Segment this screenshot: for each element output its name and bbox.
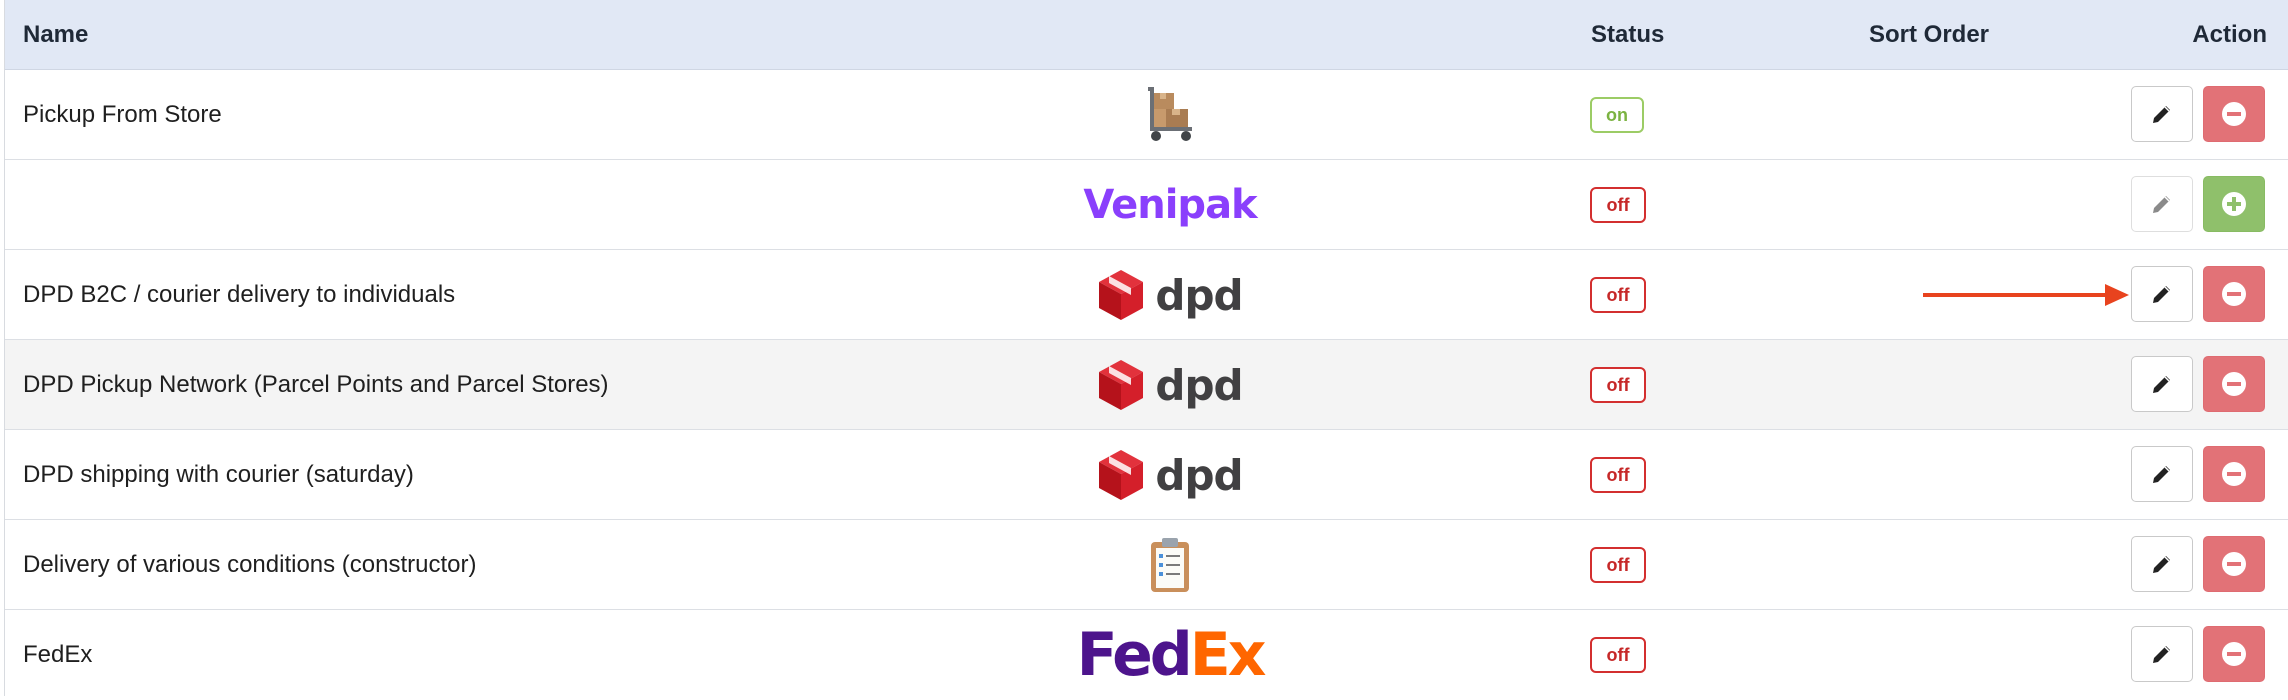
table-row: DPD shipping with courier (saturday) dpd… — [5, 430, 2288, 520]
edit-button[interactable] — [2131, 536, 2193, 592]
minus-circle-icon — [2222, 642, 2246, 666]
table-row: DPD Pickup Network (Parcel Points and Pa… — [5, 340, 2288, 430]
pencil-icon — [2153, 466, 2170, 483]
shipping-method-name: Delivery of various conditions (construc… — [23, 551, 477, 578]
shipping-method-name: DPD B2C / courier delivery to individual… — [23, 281, 456, 308]
status-badge[interactable]: off — [1590, 367, 1646, 403]
dpd-logo-text: dpd — [1155, 450, 1243, 500]
dpd-logo: dpd — [1085, 350, 1255, 420]
add-button[interactable] — [2203, 176, 2265, 232]
shipping-method-name: DPD Pickup Network (Parcel Points and Pa… — [23, 371, 609, 398]
dpd-logo-text: dpd — [1155, 360, 1243, 410]
status-badge[interactable]: on — [1590, 97, 1644, 133]
dpd-cube-icon — [1099, 360, 1144, 410]
shipping-methods-table: Name Status Sort Order Action Pickup Fro… — [4, 0, 2288, 700]
column-header-sort-order[interactable]: Sort Order — [1869, 0, 1989, 70]
pencil-icon — [2153, 286, 2170, 303]
fedex-logo: FedEx — [1077, 620, 1267, 690]
edit-button[interactable] — [2131, 356, 2193, 412]
cart-boxes-icon — [1085, 80, 1255, 150]
pencil-icon — [2153, 196, 2170, 213]
edit-button[interactable] — [2131, 626, 2193, 682]
pencil-icon — [2153, 376, 2170, 393]
venipak-logo: Venipak — [1083, 170, 1257, 240]
pencil-icon — [2153, 556, 2170, 573]
dpd-logo: dpd — [1085, 260, 1255, 330]
edit-button[interactable] — [2131, 86, 2193, 142]
dpd-cube-icon — [1099, 270, 1144, 320]
minus-circle-icon — [2222, 102, 2246, 126]
fedex-logo-text-fed: Fed — [1076, 620, 1193, 690]
table-row: Venipak off — [5, 160, 2288, 250]
minus-circle-icon — [2222, 462, 2246, 486]
minus-circle-icon — [2222, 372, 2246, 396]
table-row: Delivery of various conditions (construc… — [5, 520, 2288, 610]
edit-button[interactable] — [2131, 266, 2193, 322]
plus-circle-icon — [2222, 192, 2246, 216]
table-row: Pickup From Store on — [5, 70, 2288, 160]
pencil-icon — [2153, 646, 2170, 663]
shipping-method-name: FedEx — [23, 641, 93, 668]
venipak-logo-text: Venipak — [1083, 182, 1257, 228]
remove-button[interactable] — [2203, 626, 2265, 682]
minus-circle-icon — [2222, 552, 2246, 576]
remove-button[interactable] — [2203, 356, 2265, 412]
remove-button[interactable] — [2203, 536, 2265, 592]
column-header-status[interactable]: Status — [1591, 0, 1664, 70]
table-header: Name Status Sort Order Action — [5, 0, 2288, 70]
column-header-name[interactable]: Name — [23, 0, 88, 70]
edit-button[interactable] — [2131, 176, 2193, 232]
column-header-action: Action — [2192, 21, 2267, 48]
table-row: FedEx FedEx off — [5, 610, 2288, 700]
arrow-annotation — [1923, 284, 2129, 306]
shipping-method-name: Pickup From Store — [23, 101, 222, 128]
pencil-icon — [2153, 106, 2170, 123]
clipboard-icon — [1085, 530, 1255, 600]
remove-button[interactable] — [2203, 266, 2265, 322]
shipping-method-name: DPD shipping with courier (saturday) — [23, 461, 414, 488]
status-badge[interactable]: off — [1590, 637, 1646, 673]
dpd-logo-text: dpd — [1155, 270, 1243, 320]
table-row: DPD B2C / courier delivery to individual… — [5, 250, 2288, 340]
dpd-cube-icon — [1099, 450, 1144, 500]
edit-button[interactable] — [2131, 446, 2193, 502]
remove-button[interactable] — [2203, 86, 2265, 142]
status-badge[interactable]: off — [1590, 547, 1646, 583]
status-badge[interactable]: off — [1590, 277, 1646, 313]
fedex-logo-text-ex: Ex — [1189, 620, 1267, 690]
status-badge[interactable]: off — [1590, 187, 1646, 223]
dpd-logo: dpd — [1085, 440, 1255, 510]
status-badge[interactable]: off — [1590, 457, 1646, 493]
minus-circle-icon — [2222, 282, 2246, 306]
remove-button[interactable] — [2203, 446, 2265, 502]
